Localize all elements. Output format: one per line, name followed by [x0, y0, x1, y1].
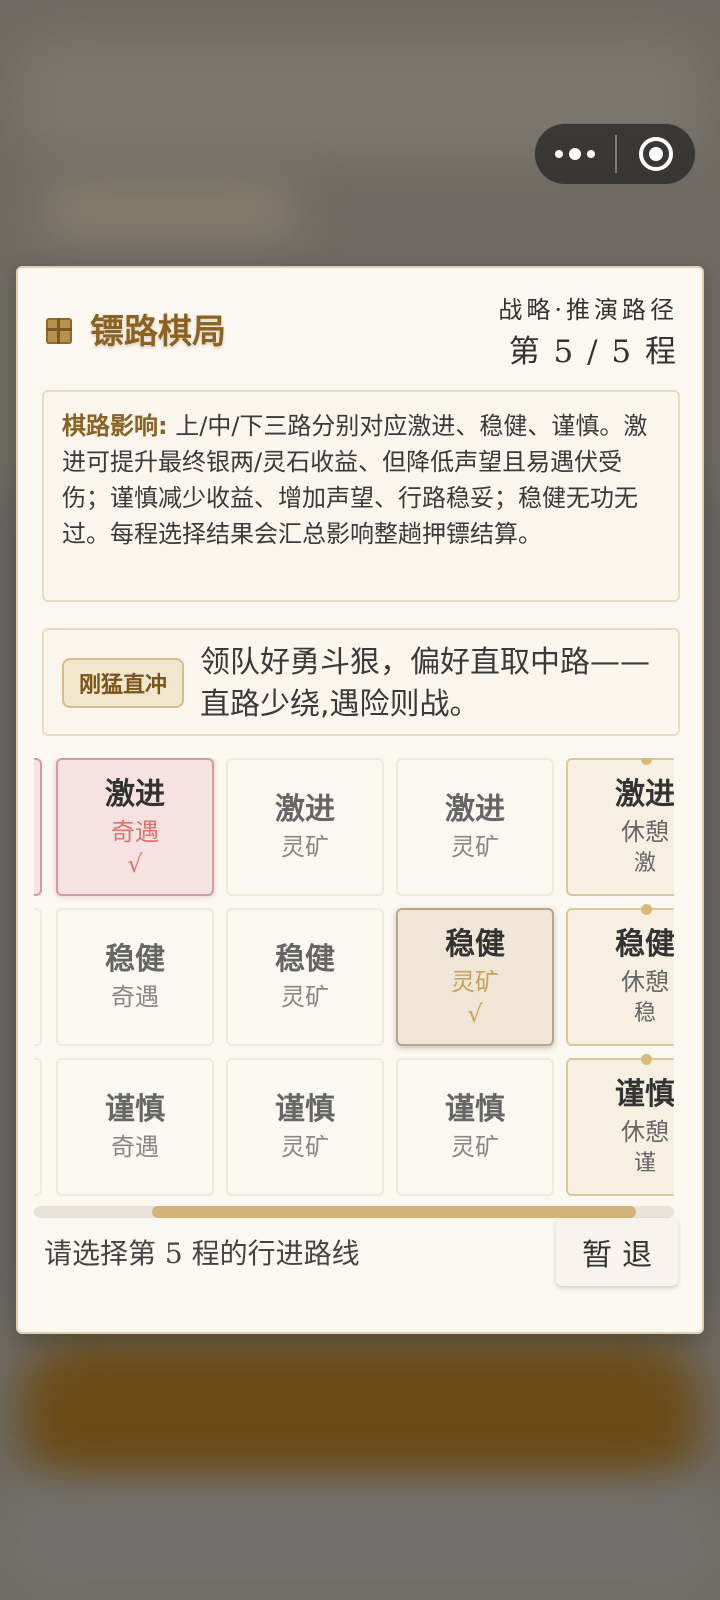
- route-chess-dialog: 镖路棋局 战略·推演路径 第 5 / 5 程 棋路影响: 上/中/下三路分别对应…: [16, 266, 704, 1334]
- info-label: 棋路影响:: [62, 412, 168, 440]
- cell-route-short: 谨: [633, 1151, 656, 1176]
- route-cell-offscreen[interactable]: [34, 758, 42, 896]
- dialog-title: 镖路棋局: [90, 312, 226, 352]
- cell-event: 休憩: [621, 968, 669, 996]
- route-grid[interactable]: 激进 奇遇 √ 激进 灵矿 激进 灵矿 激进 休憩 激 稳健 奇遇 稳健 灵矿 …: [34, 758, 674, 1198]
- leader-trait-box: 刚猛直冲 领队好勇斗狠，偏好直取中路——直路少绕,遇险则战。: [42, 628, 680, 736]
- cell-event: 灵矿: [281, 833, 329, 861]
- cell-route: 稳健: [445, 927, 505, 962]
- grid-scrollbar[interactable]: [34, 1206, 674, 1218]
- node-dot-icon: [641, 1054, 652, 1065]
- cell-route: 激进: [105, 777, 165, 812]
- route-cell-steady-rest[interactable]: 稳健 休憩 稳: [566, 904, 674, 1046]
- route-cell-cautious-mine[interactable]: 谨慎 灵矿: [396, 1058, 554, 1196]
- cell-route: 稳健: [275, 942, 335, 977]
- route-cell-steady-mine-selected[interactable]: 稳健 灵矿 √: [396, 908, 554, 1046]
- cell-route: 稳健: [105, 942, 165, 977]
- cell-route: 谨慎: [105, 1092, 165, 1127]
- cell-event: 休憩: [621, 818, 669, 846]
- miniprogram-capsule: [534, 123, 696, 185]
- target-circle-icon[interactable]: [617, 124, 695, 184]
- dialog-header: 镖路棋局 战略·推演路径 第 5 / 5 程: [18, 268, 702, 378]
- footer-prompt: 请选择第 5 程的行进路线: [44, 1237, 360, 1270]
- route-cell-offscreen[interactable]: [34, 1058, 42, 1196]
- route-cell-steady-adventure[interactable]: 稳健 奇遇: [56, 908, 214, 1046]
- retreat-button[interactable]: 暂退: [556, 1218, 678, 1286]
- stage-counter: 第 5 / 5 程: [508, 334, 678, 370]
- leader-trait-text: 领队好勇斗狠，偏好直取中路——直路少绕,遇险则战。: [200, 645, 650, 722]
- cell-event: 灵矿: [281, 1133, 329, 1161]
- cell-route: 谨慎: [615, 1077, 674, 1112]
- cell-event: 休憩: [621, 1118, 669, 1146]
- route-cell-offscreen[interactable]: [34, 908, 42, 1046]
- leader-trait-tag: 刚猛直冲: [62, 658, 184, 708]
- route-cell-cautious-rest[interactable]: 谨慎 休憩 谨: [566, 1054, 674, 1196]
- cell-event: 灵矿: [451, 1133, 499, 1161]
- scrollbar-thumb[interactable]: [152, 1206, 636, 1218]
- cell-event: 奇遇: [111, 1133, 159, 1161]
- node-dot-icon: [641, 904, 652, 915]
- route-cell-cautious-mine[interactable]: 谨慎 灵矿: [226, 1058, 384, 1196]
- dialog-subtitle: 战略·推演路径: [498, 296, 678, 324]
- route-cell-aggressive-rest[interactable]: 激进 休憩 激: [566, 758, 674, 896]
- cell-event: 灵矿: [451, 833, 499, 861]
- cell-route: 激进: [445, 792, 505, 827]
- cell-event: 灵矿: [451, 968, 499, 996]
- cell-route: 激进: [275, 792, 335, 827]
- route-effect-info: 棋路影响: 上/中/下三路分别对应激进、稳健、谨慎。激进可提升最终银两/灵石收益…: [42, 390, 680, 602]
- cell-route-short: 稳: [633, 1001, 656, 1026]
- cell-route: 谨慎: [445, 1092, 505, 1127]
- route-cell-aggressive-mine[interactable]: 激进 灵矿: [226, 758, 384, 896]
- checkmark-icon: √: [127, 850, 143, 878]
- checkmark-icon: √: [467, 1000, 483, 1028]
- more-dots-icon[interactable]: [535, 124, 615, 184]
- cell-route: 谨慎: [275, 1092, 335, 1127]
- route-cell-aggressive-adventure[interactable]: 激进 奇遇 √: [56, 758, 214, 896]
- route-cell-cautious-adventure[interactable]: 谨慎 奇遇: [56, 1058, 214, 1196]
- cell-event: 灵矿: [281, 983, 329, 1011]
- route-cell-aggressive-mine[interactable]: 激进 灵矿: [396, 758, 554, 896]
- cell-route: 稳健: [615, 927, 674, 962]
- cell-route: 激进: [615, 777, 674, 812]
- node-dot-icon: [641, 758, 652, 765]
- box-icon: [46, 318, 72, 344]
- cell-event: 奇遇: [111, 818, 159, 846]
- route-cell-steady-mine[interactable]: 稳健 灵矿: [226, 908, 384, 1046]
- cell-event: 奇遇: [111, 983, 159, 1011]
- cell-route-short: 激: [633, 851, 656, 876]
